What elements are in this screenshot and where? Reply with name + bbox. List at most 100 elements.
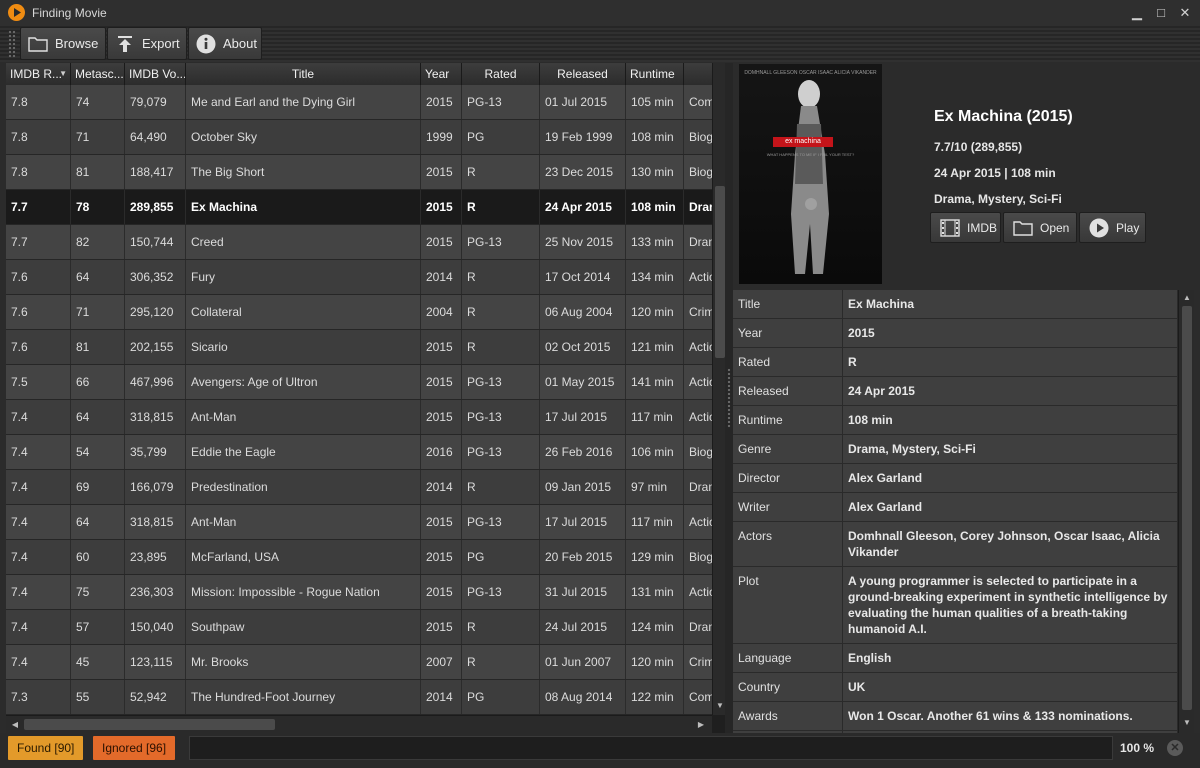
table-row[interactable]: 7.6 64 306,352 Fury 2014 R 17 Oct 2014 134 min A… (6, 260, 724, 295)
progress-percent: 100 % (1120, 741, 1155, 755)
table-row[interactable]: 7.8 81 188,417 The Big Short 2015 R 23 Dec 201… (6, 155, 724, 190)
column-header[interactable]: Metasc... (71, 63, 125, 85)
column-header-label: IMDB R... (10, 67, 63, 81)
panel-splitter[interactable] (725, 63, 733, 733)
column-header[interactable]: Year (421, 63, 462, 85)
browse-label: Browse (55, 36, 99, 51)
column-header[interactable]: IMDB R... ▼ (6, 63, 71, 85)
column-header[interactable]: Title (186, 63, 421, 85)
cancel-icon[interactable]: ✕ (1167, 740, 1183, 756)
scroll-down-icon[interactable]: ▼ (1180, 716, 1194, 730)
table-cell: 122 min (626, 680, 684, 714)
table-row[interactable]: 7.7 78 289,855 Ex Machina 2015 R 24 Apr 2015 10… (6, 190, 724, 225)
table-row[interactable]: 7.6 81 202,155 Sicario 2015 R 02 Oct 2015 121 m… (6, 330, 724, 365)
table-cell: 318,815 (125, 400, 186, 434)
scroll-left-icon[interactable]: ◀ (8, 718, 22, 732)
table-cell: R (462, 470, 540, 504)
table-horizontal-scrollbar[interactable]: ◀ ▶ (6, 715, 712, 733)
table-cell: 7.6 (6, 330, 71, 364)
table-row[interactable]: 7.4 54 35,799 Eddie the Eagle 2016 PG-13 26 Fe… (6, 435, 724, 470)
table-cell: 2015 (421, 400, 462, 434)
table-cell: 23,895 (125, 540, 186, 574)
table-cell: 7.4 (6, 400, 71, 434)
table-cell: 71 (71, 120, 125, 154)
scroll-right-icon[interactable]: ▶ (694, 718, 708, 732)
table-cell: 2004 (421, 295, 462, 329)
table-vertical-scrollbar[interactable]: ▼ (712, 63, 725, 715)
close-button[interactable]: ✕ (1174, 3, 1196, 23)
detail-key: Rated (733, 348, 843, 376)
found-badge[interactable]: Found [90] (8, 736, 84, 760)
horizontal-scroll-thumb[interactable] (24, 719, 275, 730)
movie-table: IMDB R... ▼ Metasc... IMDB Vo... Title Year Ra… (6, 63, 725, 733)
table-cell: 7.7 (6, 225, 71, 259)
table-row[interactable]: 7.4 57 150,040 Southpaw 2015 R 24 Jul 2015 124 … (6, 610, 724, 645)
column-header[interactable]: Runtime (626, 63, 684, 85)
table-cell: PG-13 (462, 365, 540, 399)
table-cell: 64,490 (125, 120, 186, 154)
table-cell: R (462, 610, 540, 644)
detail-row: Rated R (733, 348, 1178, 377)
scroll-up-icon[interactable]: ▲ (1180, 291, 1194, 305)
table-cell: 7.4 (6, 470, 71, 504)
column-header[interactable]: IMDB Vo... (125, 63, 186, 85)
ignored-badge[interactable]: Ignored [96] (93, 736, 176, 760)
table-row[interactable]: 7.4 60 23,895 McFarland, USA 2015 PG 20 Feb 20… (6, 540, 724, 575)
open-button[interactable]: Open (1003, 212, 1077, 243)
table-row[interactable]: 7.4 45 123,115 Mr. Brooks 2007 R 01 Jun 2007 12… (6, 645, 724, 680)
table-cell: 2014 (421, 470, 462, 504)
table-cell: Fury (186, 260, 421, 294)
table-row[interactable]: 7.7 82 150,744 Creed 2015 PG-13 25 Nov 2015 133… (6, 225, 724, 260)
table-cell: PG-13 (462, 575, 540, 609)
detail-key: Country (733, 673, 843, 701)
vertical-scroll-thumb[interactable] (715, 186, 725, 358)
table-cell: 150,744 (125, 225, 186, 259)
column-header[interactable]: Released (540, 63, 626, 85)
title-bar: Finding Movie ▁ □ ✕ (0, 0, 1200, 26)
play-button[interactable]: Play (1079, 212, 1146, 243)
minimize-button[interactable]: ▁ (1126, 3, 1148, 23)
table-cell: 74 (71, 85, 125, 119)
export-button[interactable]: Export (107, 27, 187, 60)
table-row[interactable]: 7.6 71 295,120 Collateral 2004 R 06 Aug 2004 12… (6, 295, 724, 330)
scroll-down-icon[interactable]: ▼ (713, 699, 725, 713)
table-row[interactable]: 7.8 71 64,490 October Sky 1999 PG 19 Feb 1999 1… (6, 120, 724, 155)
table-row[interactable]: 7.4 64 318,815 Ant-Man 2015 PG-13 17 Jul 2015 1… (6, 400, 724, 435)
splitter-grip[interactable] (727, 368, 731, 428)
info-icon (195, 33, 217, 55)
table-cell: 2015 (421, 610, 462, 644)
detail-key: Awards (733, 702, 843, 730)
browse-button[interactable]: Browse (20, 27, 106, 60)
table-cell: 17 Jul 2015 (540, 505, 626, 539)
table-cell: The Hundred-Foot Journey (186, 680, 421, 714)
detail-key: Director (733, 464, 843, 492)
details-scrollbar[interactable]: ▲ ▼ (1178, 290, 1194, 733)
table-row[interactable]: 7.4 69 166,079 Predestination 2014 R 09 Jan 20… (6, 470, 724, 505)
detail-title: Ex Machina (2015) (934, 108, 1073, 125)
table-row[interactable]: 7.4 75 236,303 Mission: Impossible - Rogue … (6, 575, 724, 610)
imdb-button[interactable]: IMDB (930, 212, 1001, 243)
export-label: Export (142, 36, 180, 51)
table-cell: 131 min (626, 575, 684, 609)
table-cell: 2015 (421, 365, 462, 399)
table-cell: 7.4 (6, 505, 71, 539)
detail-value: 108 min (843, 406, 1177, 434)
details-scroll-thumb[interactable] (1182, 306, 1192, 710)
table-cell: Creed (186, 225, 421, 259)
table-cell: 467,996 (125, 365, 186, 399)
table-row[interactable]: 7.3 55 52,942 The Hundred-Foot Journey 2014 P… (6, 680, 724, 715)
table-row[interactable]: 7.4 64 318,815 Ant-Man 2015 PG-13 17 Jul 2015 1… (6, 505, 724, 540)
table-row[interactable]: 7.5 66 467,996 Avengers: Age of Ultron 2015 P… (6, 365, 724, 400)
table-cell: 1999 (421, 120, 462, 154)
column-header-label: IMDB Vo... (129, 67, 186, 81)
table-cell: 57 (71, 610, 125, 644)
column-header[interactable]: Rated (462, 63, 540, 85)
table-cell: PG-13 (462, 225, 540, 259)
table-row[interactable]: 7.8 74 79,079 Me and Earl and the Dying Gir… (6, 85, 724, 120)
maximize-button[interactable]: □ (1150, 3, 1172, 23)
table-cell: 150,040 (125, 610, 186, 644)
about-button[interactable]: About (188, 27, 262, 60)
detail-row: Released 24 Apr 2015 (733, 377, 1178, 406)
toolbar-grip[interactable] (8, 30, 16, 58)
folder-icon (27, 33, 49, 55)
